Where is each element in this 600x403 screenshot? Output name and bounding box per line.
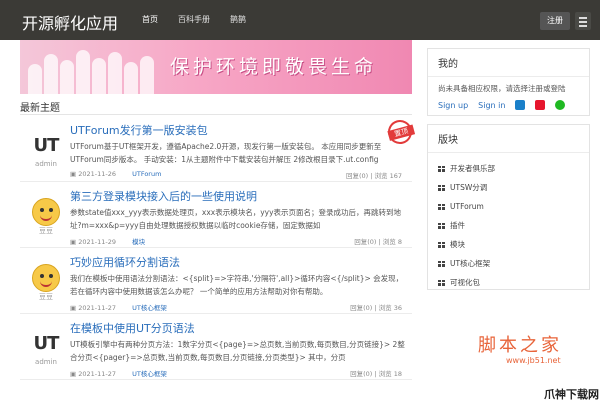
topic-author[interactable]: admin [30, 160, 62, 168]
forum-item-label: 模块 [450, 240, 465, 249]
topic-category[interactable]: UT核心框架 [132, 304, 167, 312]
forum-list: 开发者俱乐部 UTSW分调 UTForum 插件 模块 UT核心框架 可视化包 [428, 153, 589, 298]
grid-icon [438, 279, 445, 286]
topic-excerpt: 我们在模板中使用语法分割语法：<{split}=>字符串,'分隔符',all}>… [70, 274, 404, 296]
forum-item-label: 插件 [450, 221, 465, 230]
topic-category[interactable]: 模块 [132, 238, 145, 246]
forum-item[interactable]: UTForum [438, 197, 579, 216]
nav-wiki[interactable]: 百科手册 [178, 14, 210, 25]
topic-item: 豆豆 巧妙应用循环分割语法 我们在模板中使用语法分割语法：<{split}=>字… [20, 248, 412, 314]
calendar-icon: ▣ [70, 170, 77, 178]
smiley-avatar-icon [32, 264, 60, 292]
weibo-login-icon[interactable] [535, 100, 546, 110]
topic-author[interactable]: admin [30, 358, 62, 366]
forum-item-label: 开发者俱乐部 [450, 164, 495, 173]
topic-item: UT admin UTForum发行第一版安装包 置顶 UTForum基于UT框… [20, 116, 416, 182]
download-site-watermark: 爪神下载网 [544, 388, 599, 401]
section-title: 最新主题 [20, 103, 60, 114]
grid-icon [438, 184, 445, 191]
register-button[interactable]: 注册 [540, 12, 570, 30]
topic-meta: ▣ 2021-11-27 UT核心框架 [70, 302, 167, 312]
topic-excerpt: 参数state值xxx_yyy表示数据处理页，xxx表示模块名，yyy表示页面名… [70, 208, 402, 230]
stamp-label: 置顶 [387, 124, 416, 141]
forum-item-label: UT核心框架 [450, 259, 491, 268]
top-nav-bar: 开源孵化应用 首页 百科手册 鹊鹊 注册 [0, 0, 600, 40]
topic-excerpt: UT模板引擎中有两种分页方法：1数字分页<{page}=>总页数,当前页数,每页… [70, 340, 405, 362]
topic-item: UT admin 在模板中使用UT分页语法 UT模板引擎中有两种分页方法：1数字… [20, 314, 412, 380]
banner-text: 保护环境即敬畏生命 [170, 56, 378, 78]
avatar[interactable]: UT [30, 130, 62, 162]
raised-hands-graphic [24, 40, 154, 94]
smiley-avatar-icon [32, 198, 60, 226]
forums-panel: 版块 开发者俱乐部 UTSW分调 UTForum 插件 模块 UT核心框架 可视… [427, 124, 590, 290]
forum-item[interactable]: UTSW分调 [438, 178, 579, 197]
calendar-icon: ▣ [70, 238, 77, 246]
wechat-login-icon[interactable] [555, 100, 566, 110]
grid-icon [438, 260, 445, 267]
forum-item[interactable]: 模块 [438, 235, 579, 254]
qq-login-icon[interactable] [515, 100, 526, 110]
login-prompt: 尚未具备相应权限，请选择注册或登陆 [438, 84, 566, 93]
topic-category[interactable]: UT核心框架 [132, 370, 167, 378]
menu-icon[interactable] [575, 12, 591, 30]
jb51-watermark-url: www.jb51.net [506, 356, 561, 365]
topic-title[interactable]: UTForum发行第一版安装包 [70, 122, 208, 138]
topic-meta: ▣ 2021-11-26 UTForum [70, 170, 161, 178]
forum-item-label: 可视化包 [450, 278, 480, 287]
my-panel-title: 我的 [438, 59, 458, 70]
topic-title[interactable]: 巧妙应用循环分割语法 [70, 254, 180, 270]
site-title[interactable]: 开源孵化应用 [22, 10, 118, 34]
signup-link[interactable]: Sign up [438, 101, 468, 110]
auth-links: Sign up Sign in [428, 96, 589, 114]
topic-date: 2021-11-27 [78, 304, 117, 312]
topic-date: 2021-11-26 [78, 170, 117, 178]
topic-date: 2021-11-29 [78, 238, 117, 246]
topic-item: 豆豆 第三方登录模块接入后的一些使用说明 参数state值xxx_yyy表示数据… [20, 182, 412, 248]
jb51-watermark: 脚本之家 [478, 335, 562, 356]
calendar-icon: ▣ [70, 370, 77, 378]
forum-item[interactable]: 可视化包 [438, 273, 579, 292]
forums-panel-title: 版块 [438, 135, 458, 146]
nav-misc[interactable]: 鹊鹊 [230, 14, 246, 25]
signin-link[interactable]: Sign in [478, 101, 505, 110]
nav-home[interactable]: 首页 [142, 14, 158, 25]
forum-item[interactable]: UT核心框架 [438, 254, 579, 273]
topic-stats: 回复(0) | 浏览 167 [345, 172, 402, 180]
avatar[interactable] [30, 196, 62, 228]
grid-icon [438, 203, 445, 210]
banner-image[interactable]: 保护环境即敬畏生命 [20, 40, 412, 94]
main-nav: 首页 百科手册 鹊鹊 [142, 14, 246, 25]
topic-author[interactable]: 豆豆 [30, 292, 62, 302]
topic-meta: ▣ 2021-11-27 UT核心框架 [70, 368, 167, 378]
topic-author[interactable]: 豆豆 [30, 226, 62, 236]
grid-icon [438, 241, 445, 248]
divider [20, 114, 412, 115]
topic-stats: 回复(0) | 浏览 8 [354, 238, 402, 246]
my-panel: 我的 尚未具备相应权限，请选择注册或登陆 Sign up Sign in [427, 48, 590, 116]
forum-item-label: UTSW分调 [450, 183, 488, 192]
grid-icon [438, 165, 445, 172]
topic-stats: 回复(0) | 浏览 36 [350, 304, 402, 312]
grid-icon [438, 222, 445, 229]
avatar[interactable]: UT [30, 328, 62, 360]
calendar-icon: ▣ [70, 304, 77, 312]
avatar[interactable] [30, 262, 62, 294]
forum-item[interactable]: 开发者俱乐部 [438, 159, 579, 178]
topic-date: 2021-11-27 [78, 370, 117, 378]
forum-item-label: UTForum [450, 202, 484, 211]
topic-title[interactable]: 第三方登录模块接入后的一些使用说明 [70, 188, 257, 204]
topic-stats: 回复(0) | 浏览 18 [350, 370, 402, 378]
topic-category[interactable]: UTForum [132, 170, 161, 178]
topic-excerpt: UTForum基于UT框架开发，遵循Apache2.0开源，现发行第一版安装包。… [70, 142, 382, 164]
forum-item[interactable]: 插件 [438, 216, 579, 235]
topic-meta: ▣ 2021-11-29 模块 [70, 236, 145, 246]
topic-title[interactable]: 在模板中使用UT分页语法 [70, 320, 195, 336]
